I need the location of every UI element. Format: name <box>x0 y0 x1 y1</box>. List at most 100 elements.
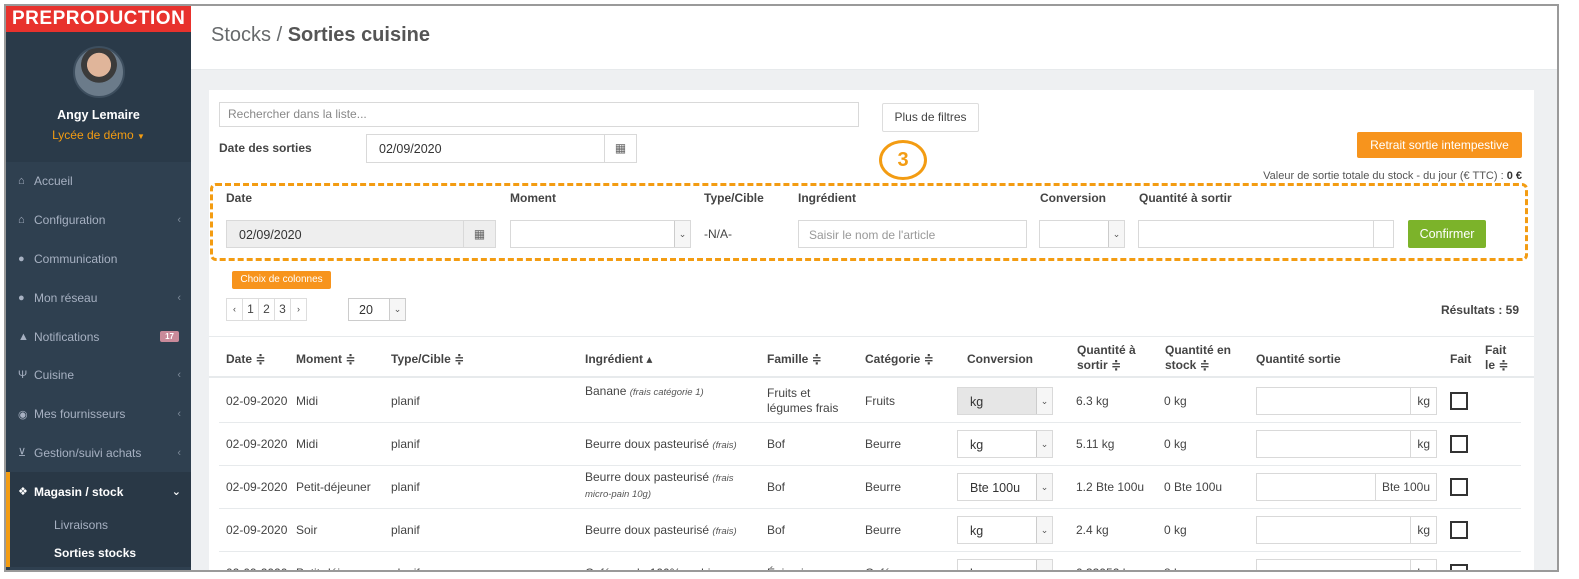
conversion-select[interactable]: kg ⌄ <box>957 516 1053 544</box>
cell-qty-to-out: 5.11 kg <box>1076 437 1115 451</box>
date-filter-input[interactable]: 02/09/2020 ▦ <box>366 134 637 163</box>
sidebar-item-configuration[interactable]: ⌂ Configuration ‹ <box>6 201 191 240</box>
cell-type: planif <box>391 394 420 408</box>
step-marker: 3 <box>879 140 927 180</box>
pagination: ‹ 1 2 3 › <box>226 298 307 321</box>
table-header: Date ≑ Moment ≑ Type/Cible ≑ Ingrédient … <box>209 336 1534 378</box>
done-checkbox[interactable] <box>1450 564 1468 570</box>
add-row-type-header: Type/Cible <box>704 191 764 205</box>
cell-famille: Bof <box>767 523 786 537</box>
eye-icon: ◉ <box>18 408 28 421</box>
profile-block: Angy Lemaire Lycée de démo ▼ <box>6 32 191 162</box>
ingredient-name: Café moulu 100% arabica <box>585 566 723 570</box>
cell-date: 02-09-2020 <box>226 566 287 570</box>
cell-famille: Épicerie <box>767 566 857 570</box>
col-done-on-line2: le ≑ <box>1485 358 1509 372</box>
cell-qty-stock: 0 kg <box>1164 523 1187 537</box>
col-qty-to-out-line1: Quantité à <box>1077 343 1136 357</box>
sidebar-item-label: Cuisine <box>34 368 75 383</box>
total-label: Valeur de sortie totale du stock - du jo… <box>1263 170 1504 182</box>
pagination-prev[interactable]: ‹ <box>226 298 243 321</box>
quantity-unit: kg <box>1410 560 1436 570</box>
quantity-unit: kg <box>1410 517 1436 543</box>
sidebar-subitem-livraisons[interactable]: Livraisons <box>10 511 191 539</box>
chevron-down-icon: ⌄ <box>1036 388 1052 414</box>
pagination-page-1[interactable]: 1 <box>242 298 259 321</box>
col-categorie[interactable]: Catégorie ≑ <box>865 352 934 367</box>
pagination-page-3[interactable]: 3 <box>274 298 291 321</box>
pagination-page-2[interactable]: 2 <box>258 298 275 321</box>
pagination-next[interactable]: › <box>290 298 307 321</box>
conversion-value: kg <box>970 524 984 538</box>
choose-columns-button[interactable]: Choix de colonnes <box>232 271 331 289</box>
done-checkbox[interactable] <box>1450 392 1468 410</box>
done-checkbox[interactable] <box>1450 435 1468 453</box>
per-page-select[interactable]: 20 ⌄ <box>348 298 406 321</box>
sidebar-item-gestion-suivi-achats[interactable]: ⊻ Gestion/suivi achats ‹ <box>6 434 191 473</box>
conversion-select[interactable]: kg ⌄ <box>957 430 1053 458</box>
done-checkbox[interactable] <box>1450 521 1468 539</box>
calendar-icon[interactable]: ▦ <box>463 221 495 248</box>
school-selector[interactable]: Lycée de démo ▼ <box>6 128 191 142</box>
conversion-select[interactable]: kg ⌄ <box>957 559 1053 570</box>
chevron-icon: ‹ <box>177 369 181 382</box>
withdraw-button[interactable]: Retrait sortie intempestive <box>1357 132 1522 158</box>
cell-categorie: Fruits <box>865 394 895 408</box>
sidebar-item-accueil[interactable]: ⌂ Accueil <box>6 162 191 201</box>
add-row-quantity-input[interactable] <box>1138 220 1394 248</box>
col-moment[interactable]: Moment ≑ <box>296 352 355 367</box>
environment-badge: PREPRODUCTION <box>6 6 191 32</box>
done-checkbox[interactable] <box>1450 478 1468 496</box>
col-date[interactable]: Date ≑ <box>226 352 265 367</box>
sidebar-item-communication[interactable]: ● Communication <box>6 240 191 279</box>
cell-categorie: Beurre <box>865 523 902 537</box>
col-type[interactable]: Type/Cible ≑ <box>391 352 464 367</box>
cell-qty-to-out: 2.4 kg <box>1076 523 1109 537</box>
conversion-select[interactable]: kg ⌄ <box>957 387 1053 415</box>
col-qty-stock[interactable]: Quantité en stock ≑ <box>1165 343 1231 373</box>
date-filter-label: Date des sorties <box>219 141 312 155</box>
col-done-on[interactable]: Fait le ≑ <box>1485 343 1508 373</box>
cell-famille: Bof <box>767 437 786 451</box>
col-qty-to-out[interactable]: Quantité à sortir ≑ <box>1077 343 1136 373</box>
quantity-out-input[interactable]: Bte 100u <box>1256 473 1437 501</box>
col-famille[interactable]: Famille ≑ <box>767 352 822 367</box>
chevron-down-icon: ⌄ <box>1108 221 1124 247</box>
search-input[interactable]: Rechercher dans la liste... <box>219 102 859 127</box>
sidebar-item-cuisine[interactable]: Ψ Cuisine ‹ <box>6 356 191 395</box>
quantity-out-input[interactable]: kg <box>1256 430 1437 458</box>
quantity-out-input[interactable]: kg <box>1256 387 1437 415</box>
submenu-stock: Livraisons Sorties stocks <box>6 511 191 568</box>
cell-type: planif <box>391 566 420 570</box>
sidebar-subitem-sorties-stocks[interactable]: Sorties stocks <box>10 539 191 567</box>
chevron-icon: ‹ <box>177 408 181 421</box>
sidebar-item-notifications[interactable]: ▲ Notifications 17 <box>6 317 191 356</box>
sidebar-item-mes-fournisseurs[interactable]: ◉ Mes fournisseurs ‹ <box>6 395 191 434</box>
sidebar-item-magasin-stock[interactable]: ❖ Magasin / stock ⌄ <box>6 472 191 512</box>
ingredient-name: Beurre doux pasteurisé <box>585 437 710 451</box>
quantity-out-input[interactable]: kg <box>1256 559 1437 570</box>
cell-qty-stock: 8 kg <box>1164 566 1187 570</box>
date-filter-value: 02/09/2020 <box>379 142 442 156</box>
col-ingredient[interactable]: Ingrédient ▴ <box>585 352 652 367</box>
more-filters-button[interactable]: Plus de filtres <box>882 103 979 132</box>
quantity-out-input[interactable]: kg <box>1256 516 1437 544</box>
quantity-unit: kg <box>1410 388 1436 414</box>
ingredient-note: (frais) <box>712 440 737 451</box>
confirm-button[interactable]: Confirmer <box>1408 220 1486 248</box>
add-row-moment-select[interactable]: ⌄ <box>510 220 691 248</box>
add-row-conversion-select[interactable]: ⌄ <box>1039 220 1125 248</box>
calendar-icon[interactable]: ▦ <box>604 135 636 162</box>
add-row-ingredient-input[interactable]: Saisir le nom de l'article <box>798 220 1027 248</box>
col-qty-out: Quantité sortie <box>1256 352 1341 366</box>
app-window: PREPRODUCTION Angy Lemaire Lycée de démo… <box>4 4 1559 572</box>
total-value: 0 € <box>1506 170 1522 182</box>
avatar[interactable] <box>72 46 125 98</box>
table-row: 02-09-2020 Midi planif Banane (frais catégo… <box>219 380 1521 423</box>
col-done: Fait <box>1450 352 1472 366</box>
page-title: Stocks / Sorties cuisine <box>191 6 1557 70</box>
add-row-date-input[interactable]: 02/09/2020 ▦ <box>226 220 496 248</box>
bell-icon: ▲ <box>18 330 29 343</box>
sidebar-item-mon-r-seau[interactable]: ● Mon réseau ‹ <box>6 278 191 317</box>
conversion-select[interactable]: Bte 100u ⌄ <box>957 473 1053 501</box>
